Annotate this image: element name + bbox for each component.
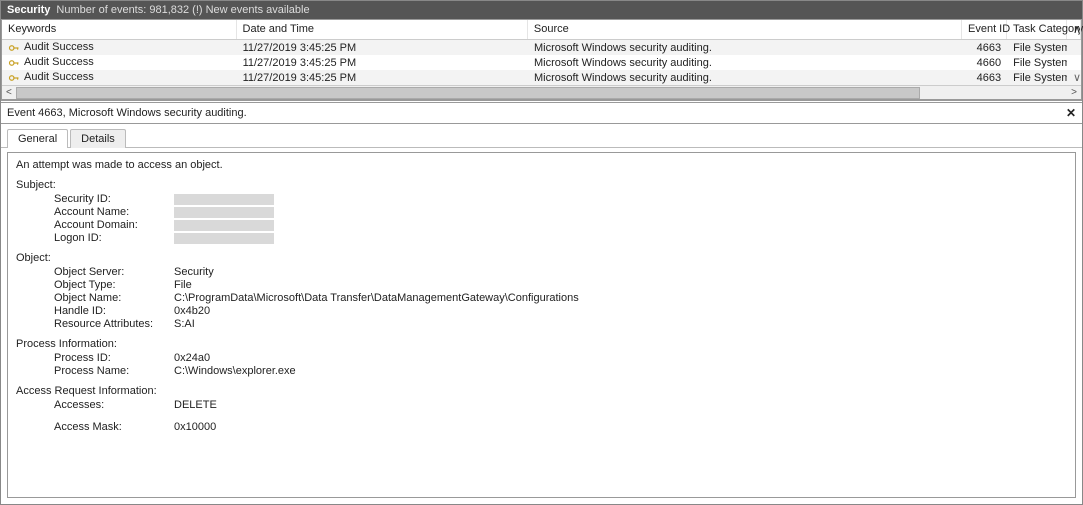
cell-datetime: 11/27/2019 3:45:25 PM [237,42,528,54]
cell-keywords: Audit Success [2,56,237,68]
scrollbar-track[interactable] [16,86,1067,100]
subject-accountname-key: Account Name: [54,206,174,218]
access-mask-key: Access Mask: [54,421,174,433]
access-mask-value: 0x10000 [174,421,216,433]
process-name-value: C:\Windows\explorer.exe [174,365,296,377]
detail-tabs: General Details [1,124,1082,148]
detail-header-bar: Event 4663, Microsoft Windows security a… [1,100,1082,124]
cell-eventid: 4660 [962,57,1007,69]
cell-taskcat: File System [1007,42,1067,54]
events-grid: Keywords Date and Time Source Event ID T… [1,19,1082,100]
titlebar-title: Security [7,4,50,16]
access-accesses-value: DELETE [174,399,217,411]
scroll-left-icon[interactable]: < [2,87,16,98]
row-scroll-hint: ∨ [1067,71,1081,84]
subject-securityid-key: Security ID: [54,193,174,205]
cell-datetime: 11/27/2019 3:45:25 PM [237,72,528,84]
tab-general[interactable]: General [7,129,68,148]
detail-message: An attempt was made to access an object. [16,159,1067,171]
object-server-key: Object Server: [54,266,174,278]
scroll-up-icon[interactable]: ∧ [1067,20,1081,39]
cell-taskcat: File System [1007,72,1067,84]
object-handleid-value: 0x4b20 [174,305,210,317]
process-id-value: 0x24a0 [174,352,210,364]
table-row[interactable]: Audit Success11/27/2019 3:45:25 PMMicros… [2,70,1081,85]
cell-eventid: 4663 [962,42,1007,54]
cell-keywords: Audit Success [2,41,237,53]
object-name-key: Object Name: [54,292,174,304]
object-resattr-key: Resource Attributes: [54,318,174,330]
section-process: Process Information: [16,338,1067,350]
titlebar: Security Number of events: 981,832 (!) N… [1,1,1082,19]
subject-accountdomain-value-redacted [174,220,274,231]
col-header-taskcategory[interactable]: Task Category [1007,20,1067,39]
subject-accountname-value-redacted [174,207,274,218]
col-header-eventid[interactable]: Event ID [962,20,1007,39]
horizontal-scrollbar[interactable]: < > [2,85,1081,99]
section-object: Object: [16,252,1067,264]
object-resattr-value: S:AI [174,318,195,330]
table-row[interactable]: Audit Success11/27/2019 3:45:25 PMMicros… [2,55,1081,70]
col-header-source[interactable]: Source [528,20,962,39]
cell-eventid: 4663 [962,72,1007,84]
section-subject: Subject: [16,179,1067,191]
subject-logonid-key: Logon ID: [54,232,174,244]
cell-datetime: 11/27/2019 3:45:25 PM [237,57,528,69]
close-icon[interactable]: ✕ [1066,106,1076,120]
titlebar-subtitle: Number of events: 981,832 (!) New events… [56,4,309,16]
detail-header-title: Event 4663, Microsoft Windows security a… [7,107,247,119]
subject-securityid-value-redacted [174,194,274,205]
table-row[interactable]: Audit Success11/27/2019 3:45:25 PMMicros… [2,40,1081,55]
cell-source: Microsoft Windows security auditing. [528,72,962,84]
process-id-key: Process ID: [54,352,174,364]
subject-accountdomain-key: Account Domain: [54,219,174,231]
scrollbar-thumb[interactable] [16,87,920,99]
object-type-key: Object Type: [54,279,174,291]
col-header-datetime[interactable]: Date and Time [237,20,528,39]
tab-details[interactable]: Details [70,129,126,148]
object-server-value: Security [174,266,214,278]
scroll-right-icon[interactable]: > [1067,87,1081,98]
cell-source: Microsoft Windows security auditing. [528,57,962,69]
detail-body: An attempt was made to access an object.… [7,152,1076,498]
section-access: Access Request Information: [16,385,1067,397]
object-name-value: C:\ProgramData\Microsoft\Data Transfer\D… [174,292,579,304]
cell-taskcat: File System [1007,57,1067,69]
grid-header: Keywords Date and Time Source Event ID T… [2,20,1081,40]
object-type-value: File [174,279,192,291]
subject-logonid-value-redacted [174,233,274,244]
object-handleid-key: Handle ID: [54,305,174,317]
process-name-key: Process Name: [54,365,174,377]
access-accesses-key: Accesses: [54,399,174,411]
col-header-keywords[interactable]: Keywords [2,20,237,39]
cell-source: Microsoft Windows security auditing. [528,42,962,54]
cell-keywords: Audit Success [2,71,237,83]
